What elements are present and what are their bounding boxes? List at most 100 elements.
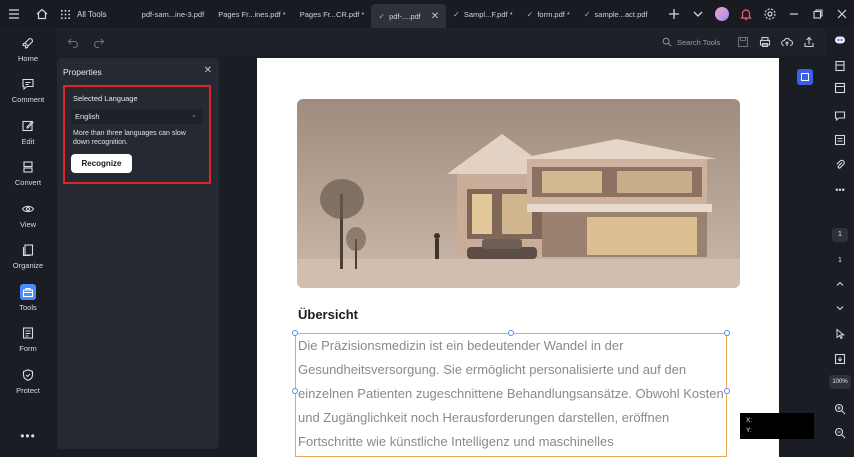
chevron-down-icon: ⌄ xyxy=(191,112,197,119)
language-value: English xyxy=(75,112,100,121)
body-paragraph[interactable]: Die Präzisionsmedizin ist ein bedeutende… xyxy=(298,334,728,454)
close-window-icon[interactable] xyxy=(830,0,854,28)
tab-label: pdf-sam...ine-3.pdf xyxy=(141,9,205,19)
toolbox-icon xyxy=(20,283,36,300)
tab-document-active[interactable]: ✓ pdf-....pdf ✕ xyxy=(371,4,447,28)
nav-form[interactable]: Form xyxy=(0,319,56,361)
tab-list-chevron-icon[interactable] xyxy=(686,0,710,28)
nav-edit[interactable]: Edit xyxy=(0,111,56,153)
ocr-page-icon[interactable] xyxy=(797,69,813,85)
organize-icon xyxy=(20,242,36,258)
nav-label: Protect xyxy=(16,385,40,395)
search-icon xyxy=(662,37,672,47)
section-heading[interactable]: Übersicht xyxy=(298,307,358,322)
tab-label: Pages Fr...CR.pdf * xyxy=(299,9,365,19)
save-icon[interactable] xyxy=(732,28,754,56)
pin-icon: ✓ xyxy=(453,9,460,19)
selected-language-label: Selected Language xyxy=(73,94,138,103)
zoom-out-icon[interactable] xyxy=(826,423,854,443)
x-coordinate: X: xyxy=(746,417,753,424)
nav-protect[interactable]: Protect xyxy=(0,360,56,402)
grid-icon xyxy=(60,9,71,19)
attachment-icon[interactable] xyxy=(826,155,854,175)
nav-label: Comment xyxy=(11,95,45,105)
tab-label: Pages Fr...ines.pdf * xyxy=(218,9,286,19)
tab-document[interactable]: Pages Fr...ines.pdf * xyxy=(211,0,293,28)
pin-icon: ✓ xyxy=(378,11,386,21)
print-icon[interactable] xyxy=(754,28,776,56)
comment-panel-icon[interactable] xyxy=(826,106,854,126)
nav-home[interactable]: Home xyxy=(0,28,56,70)
coordinate-readout: X: Y: xyxy=(740,413,814,439)
title-bar: All Tools pdf-sam...ine-3.pdf Pages Fr..… xyxy=(0,0,854,28)
pdf-page[interactable]: Übersicht Die Präzisionsmedizin ist ein … xyxy=(257,58,779,457)
ai-assistant-icon[interactable] xyxy=(826,30,854,50)
nav-label: Convert xyxy=(14,178,42,188)
zoom-level[interactable]: 100% xyxy=(829,375,851,389)
close-tab-icon[interactable]: ✕ xyxy=(431,11,439,22)
select-cursor-icon[interactable] xyxy=(826,324,854,344)
house-image xyxy=(297,99,740,288)
hamburger-menu-icon[interactable] xyxy=(0,0,28,28)
zoom-in-icon[interactable] xyxy=(826,399,854,419)
share-icon[interactable] xyxy=(798,28,820,56)
all-tools-button[interactable]: All Tools xyxy=(56,0,115,28)
more-options-icon[interactable]: ••• xyxy=(0,429,56,443)
nav-tools[interactable]: Tools xyxy=(0,277,56,319)
properties-panel-icon[interactable] xyxy=(826,56,854,76)
nav-label: Edit xyxy=(21,136,35,146)
minimize-icon[interactable] xyxy=(782,0,806,28)
tab-document[interactable]: Pages Fr...CR.pdf * xyxy=(293,0,372,28)
tab-label: Sampl...F.pdf * xyxy=(463,9,513,19)
fit-page-icon[interactable] xyxy=(826,349,854,369)
tab-document[interactable]: pdf-sam...ine-3.pdf xyxy=(135,0,212,28)
form-icon xyxy=(20,325,36,341)
shield-icon xyxy=(20,367,36,383)
nav-label: View xyxy=(19,219,37,229)
more-icon[interactable]: ••• xyxy=(826,180,854,200)
pin-icon: ✓ xyxy=(583,9,591,19)
tab-document[interactable]: ✓ Sampl...F.pdf * xyxy=(446,0,519,28)
all-tools-label: All Tools xyxy=(77,9,107,19)
cloud-upload-icon[interactable] xyxy=(776,28,798,56)
nav-convert[interactable]: Convert xyxy=(0,153,56,195)
recognize-button[interactable]: Recognize xyxy=(71,154,132,173)
app-window: All Tools pdf-sam...ine-3.pdf Pages Fr..… xyxy=(0,0,854,457)
avatar[interactable] xyxy=(710,0,734,28)
form-fields-icon[interactable] xyxy=(826,130,854,150)
nav-label: Form xyxy=(19,344,37,354)
search-tools-label: Search Tools xyxy=(677,37,721,47)
eye-icon xyxy=(20,201,36,217)
pin-icon: ✓ xyxy=(526,9,534,19)
panel-layout-icon[interactable] xyxy=(826,78,854,98)
close-panel-icon[interactable]: ✕ xyxy=(204,65,212,76)
tab-document[interactable]: ✓ sample...act.pdf xyxy=(577,0,655,28)
document-toolbar: Search Tools xyxy=(56,28,826,56)
page-up-chevron-icon[interactable] xyxy=(826,274,854,294)
current-page[interactable]: 1 xyxy=(832,228,848,242)
tab-document[interactable]: ✓ form.pdf * xyxy=(520,0,577,28)
home-icon[interactable] xyxy=(28,0,56,28)
page-down-chevron-icon[interactable] xyxy=(826,298,854,318)
nav-organize[interactable]: Organize xyxy=(0,236,56,278)
nav-view[interactable]: View xyxy=(0,194,56,236)
rocket-icon xyxy=(20,35,36,51)
toolbar-actions xyxy=(732,28,820,56)
undo-icon[interactable] xyxy=(60,28,86,56)
restore-icon[interactable] xyxy=(806,0,830,28)
search-tools[interactable]: Search Tools xyxy=(662,28,720,56)
settings-gear-icon[interactable] xyxy=(758,0,782,28)
bell-icon[interactable] xyxy=(734,0,758,28)
nav-label: Tools xyxy=(19,302,37,312)
nav-comment[interactable]: Comment xyxy=(0,70,56,112)
language-select[interactable]: English ⌄ xyxy=(71,109,202,124)
comment-icon xyxy=(20,76,36,92)
tab-label: form.pdf * xyxy=(537,9,570,19)
redo-icon[interactable] xyxy=(86,28,112,56)
nav-label: Home xyxy=(17,53,38,63)
nav-label: Organize xyxy=(12,261,44,271)
new-tab-icon[interactable] xyxy=(662,0,686,28)
convert-icon xyxy=(20,159,36,175)
document-canvas[interactable]: Übersicht Die Präzisionsmedizin ist ein … xyxy=(220,58,826,457)
total-pages: 1 xyxy=(838,257,842,264)
